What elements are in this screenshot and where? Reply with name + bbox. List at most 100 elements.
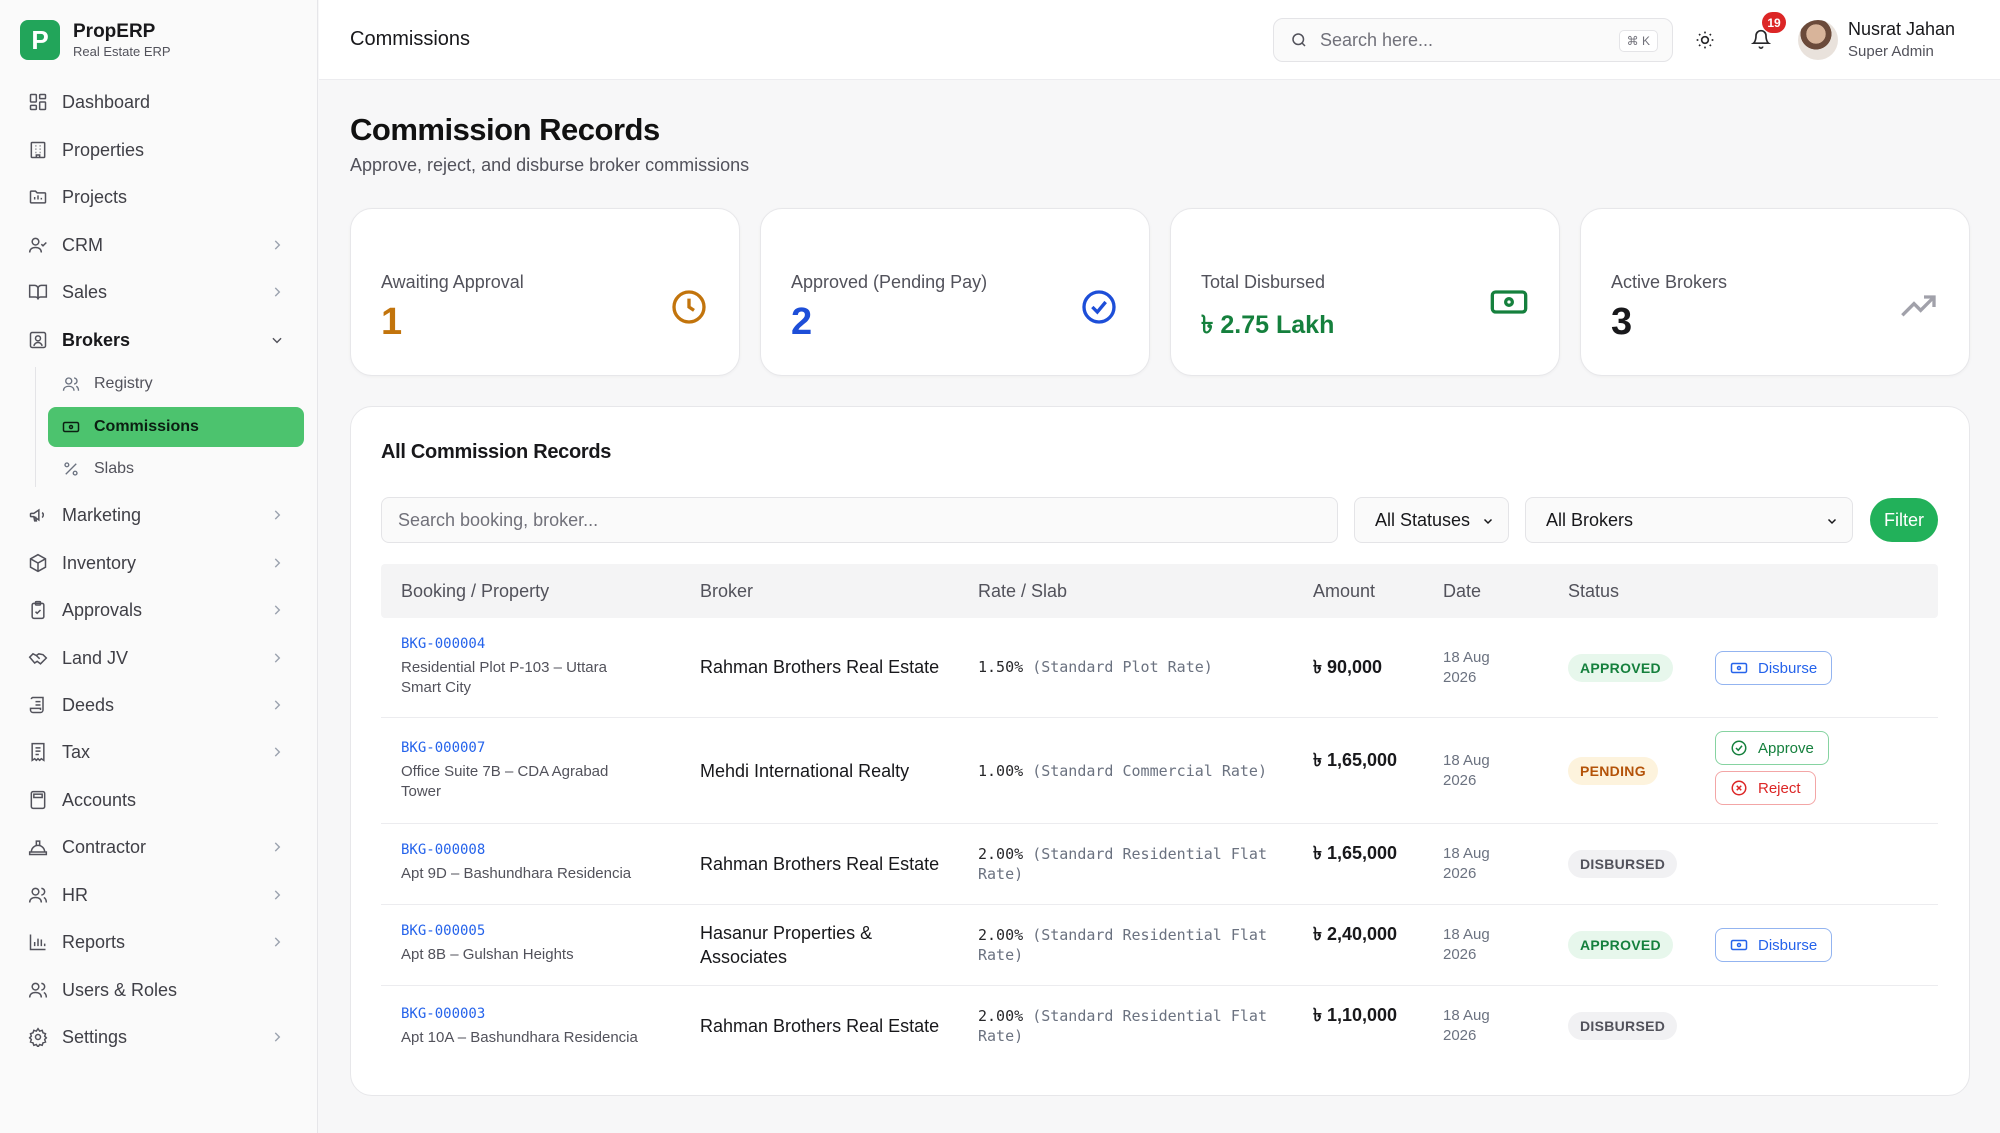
slab-name: (Standard Commercial Rate) xyxy=(1032,762,1267,780)
property-name: Office Suite 7B – CDA Agrabad Tower xyxy=(401,763,609,800)
brand[interactable]: P PropERP Real Estate ERP xyxy=(20,20,171,60)
table-row: BKG-000008 Apt 9D – Bashundhara Residenc… xyxy=(381,824,1938,905)
sidebar-item-label: Users & Roles xyxy=(62,979,178,1000)
chevron-right-icon xyxy=(274,937,281,947)
amount: ৳ 1,65,000 xyxy=(1313,750,1398,770)
sun-icon[interactable] xyxy=(1695,30,1715,50)
clipboard-check-icon xyxy=(31,600,45,620)
sidebar-item-projects[interactable]: Projects xyxy=(16,177,302,217)
sidebar-item-inventory[interactable]: Inventory xyxy=(16,543,302,583)
reject-button[interactable]: Reject xyxy=(1715,771,1816,805)
broker-name: Mehdi International Realty xyxy=(700,761,910,781)
status-filter-value: All Statuses xyxy=(1375,510,1471,530)
booking-id-link[interactable]: BKG-000003 xyxy=(401,1006,651,1022)
rate-value: 1.50% xyxy=(978,658,1024,676)
chevron-down-icon xyxy=(1827,518,1837,525)
sidebar-item-sales[interactable]: Sales xyxy=(16,272,302,312)
chevron-right-icon xyxy=(274,1032,281,1042)
sidebar-subitem-label: Commissions xyxy=(94,418,199,435)
status-badge: APPROVED xyxy=(1568,931,1673,959)
sidebar-item-label: Properties xyxy=(62,139,145,160)
filter-button[interactable]: Filter xyxy=(1870,498,1938,542)
global-search-input[interactable]: Search here... ⌘ K xyxy=(1273,18,1673,62)
sidebar-item-label: Deeds xyxy=(62,694,115,715)
broker-badge-icon xyxy=(29,331,47,349)
sidebar-item-approvals[interactable]: Approvals xyxy=(16,590,302,630)
sidebar-item-hr[interactable]: HR xyxy=(16,875,302,915)
sidebar-item-accounts[interactable]: Accounts xyxy=(16,780,302,820)
property-name: Residential Plot P-103 – Uttara Smart Ci… xyxy=(401,659,607,696)
booking-id-link[interactable]: BKG-000004 xyxy=(401,636,651,652)
sidebar-item-dashboard[interactable]: Dashboard xyxy=(16,82,302,122)
sidebar-item-label: Dashboard xyxy=(62,91,151,112)
broker-name: Hasanur Properties & Associates xyxy=(700,923,873,967)
sidebar: P PropERP Real Estate ERP Dashboard Prop… xyxy=(0,0,318,1133)
disburse-button[interactable]: Disburse xyxy=(1715,928,1833,962)
stat-label: Total Disbursed xyxy=(1201,272,1326,292)
sidebar-item-crm[interactable]: CRM xyxy=(16,225,302,265)
sidebar-item-label: Land JV xyxy=(62,647,129,668)
column-header: Amount xyxy=(1313,581,1376,601)
sidebar-item-contractor[interactable]: Contractor xyxy=(16,827,302,867)
sidebar-item-marketing[interactable]: Marketing xyxy=(16,495,302,535)
stat-label: Active Brokers xyxy=(1611,272,1728,292)
dashboard-icon xyxy=(29,93,47,111)
rate-value: 1.00% xyxy=(978,762,1024,780)
sidebar-item-land-jv[interactable]: Land JV xyxy=(16,638,302,678)
booking-id-link[interactable]: BKG-000005 xyxy=(401,923,651,939)
check-circle-icon xyxy=(1082,290,1116,324)
status-badge: PENDING xyxy=(1568,757,1658,785)
date: 18 Aug 2026 xyxy=(1443,926,1490,963)
sidebar-item-label: Marketing xyxy=(62,504,142,525)
rate-slab: 1.50% (Standard Plot Rate) xyxy=(978,657,1278,677)
sidebar-subitem-label: Registry xyxy=(94,375,153,392)
sidebar-item-label: Contractor xyxy=(62,836,147,857)
sidebar-item-deeds[interactable]: Deeds xyxy=(16,685,302,725)
records-search-input[interactable]: Search booking, broker... xyxy=(381,497,1338,543)
page-title: Commission Records xyxy=(350,112,660,147)
status-filter-select[interactable]: All Statuses xyxy=(1354,497,1509,543)
amount: ৳ 90,000 xyxy=(1313,657,1383,677)
table-header: Booking / Property Broker Rate / Slab Am… xyxy=(381,564,1938,618)
sidebar-item-properties[interactable]: Properties xyxy=(16,130,302,170)
avatar[interactable] xyxy=(1798,20,1838,60)
chevron-right-icon xyxy=(274,747,281,757)
sidebar-item-label: Sales xyxy=(62,281,108,302)
chevron-right-icon xyxy=(274,558,281,568)
megaphone-icon xyxy=(29,508,45,522)
sidebar-item-users-roles[interactable]: Users & Roles xyxy=(16,970,302,1010)
reject-label: Reject xyxy=(1758,779,1801,797)
broker-name: Rahman Brothers Real Estate xyxy=(700,657,940,677)
receipt-icon xyxy=(31,742,45,762)
disburse-label: Disburse xyxy=(1758,936,1818,954)
chevron-down-icon xyxy=(1483,518,1493,525)
stat-card-approved-pending-pay: Approved (Pending Pay) 2 xyxy=(760,208,1150,376)
approve-button[interactable]: Approve xyxy=(1715,731,1829,765)
broker-filter-value: All Brokers xyxy=(1546,510,1634,530)
package-icon xyxy=(29,553,47,573)
chevron-right-icon xyxy=(274,605,281,615)
calculator-icon xyxy=(30,790,46,810)
sidebar-item-settings[interactable]: Settings xyxy=(16,1017,302,1057)
sidebar-subitem-commissions[interactable]: Commissions xyxy=(48,407,304,447)
sidebar-item-label: CRM xyxy=(62,234,103,255)
sidebar-subitem-registry[interactable]: Registry xyxy=(48,364,304,404)
sidebar-subitem-slabs[interactable]: Slabs xyxy=(48,449,304,489)
chevron-right-icon xyxy=(274,653,281,663)
sidebar-item-reports[interactable]: Reports xyxy=(16,922,302,962)
property-name: Apt 10A – Bashundhara Residencia xyxy=(401,1029,638,1046)
booking-id-link[interactable]: BKG-000007 xyxy=(401,740,651,756)
disburse-button[interactable]: Disburse xyxy=(1715,651,1833,685)
broker-filter-select[interactable]: All Brokers xyxy=(1525,497,1853,543)
sidebar-item-label: Brokers xyxy=(62,329,131,350)
sidebar-item-tax[interactable]: Tax xyxy=(16,732,302,772)
sidebar-item-brokers[interactable]: Brokers xyxy=(16,320,302,360)
chevron-down-icon xyxy=(272,337,282,344)
column-header: Rate / Slab xyxy=(978,581,1068,601)
table-row: BKG-000007 Office Suite 7B – CDA Agrabad… xyxy=(381,718,1938,824)
search-shortcut: ⌘ K xyxy=(1618,30,1658,52)
chevron-right-icon xyxy=(274,890,281,900)
stat-value: 1 xyxy=(381,301,403,343)
booking-id-link[interactable]: BKG-000008 xyxy=(401,842,651,858)
property-name: Apt 8B – Gulshan Heights xyxy=(401,946,574,963)
